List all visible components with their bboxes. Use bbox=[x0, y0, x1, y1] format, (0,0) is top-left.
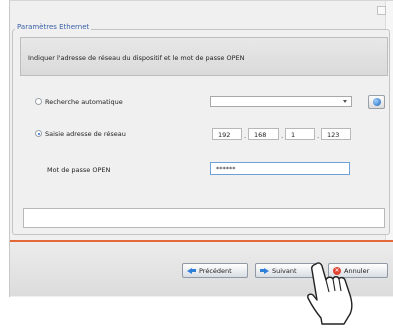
pointing-hand-icon bbox=[307, 262, 353, 325]
ip-dot: . bbox=[281, 132, 284, 140]
auto-search-label: Recherche automatique bbox=[45, 98, 123, 106]
ip-octet-1[interactable]: 192 bbox=[212, 128, 242, 140]
ip-dot: . bbox=[317, 132, 320, 140]
ip-octet-3[interactable]: 1 bbox=[285, 128, 315, 140]
network-scan-button[interactable] bbox=[368, 95, 385, 109]
ip-dot: . bbox=[244, 132, 247, 140]
next-button-label: Suivant bbox=[272, 266, 297, 275]
auto-search-radio[interactable] bbox=[35, 98, 42, 105]
ip-octet-2[interactable]: 168 bbox=[248, 128, 279, 140]
instruction-text: Indiquer l'adresse de réseau du disposit… bbox=[28, 54, 245, 62]
window-close-button[interactable] bbox=[377, 6, 386, 15]
group-title: Paramètres Ethernet bbox=[15, 23, 92, 31]
previous-button-label: Précédent bbox=[199, 266, 232, 275]
chevron-down-icon bbox=[343, 100, 347, 103]
ip-octet-4[interactable]: 123 bbox=[321, 128, 351, 140]
password-input[interactable]: ****** bbox=[210, 162, 350, 175]
device-select[interactable] bbox=[210, 96, 352, 107]
arrow-right-icon bbox=[264, 267, 269, 274]
password-label: Mot de passe OPEN bbox=[47, 166, 111, 174]
manual-address-radio[interactable] bbox=[35, 130, 42, 137]
previous-button[interactable]: Précédent bbox=[182, 263, 248, 278]
network-globe-icon bbox=[373, 98, 381, 106]
arrow-left-icon-tail bbox=[192, 269, 196, 272]
status-field bbox=[23, 208, 385, 228]
instruction-panel: Indiquer l'adresse de réseau du disposit… bbox=[20, 37, 388, 76]
manual-address-label: Saisie adresse de réseau bbox=[45, 130, 126, 138]
